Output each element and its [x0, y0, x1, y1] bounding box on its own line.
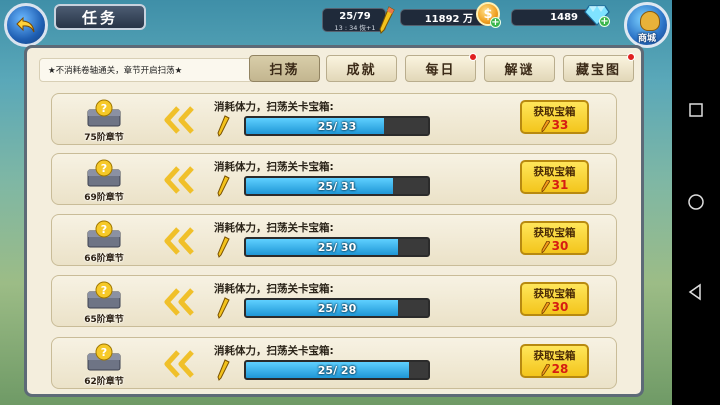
svg-text:?: ?: [101, 284, 107, 297]
svg-text:?: ?: [101, 162, 107, 175]
stamina-pencil-icon: [217, 175, 230, 197]
stamina-cost: 30: [522, 300, 587, 314]
chapter-label: 62阶章节: [84, 377, 124, 387]
get-chest-label: 获取宝箱: [533, 166, 576, 178]
get-chest-button[interactable]: 获取宝箱 28: [520, 344, 589, 378]
stamina-value: 25/79: [339, 11, 371, 22]
sweep-description: 消耗体力，扫荡关卡宝箱:: [214, 283, 334, 295]
progress-text: 25/ 33: [317, 119, 357, 133]
sweep-row: ? 75阶章节 消耗体力，扫荡关卡宝箱: 25/ 33 获取宝箱 33: [51, 93, 617, 145]
svg-text:?: ?: [101, 346, 107, 359]
shop-label: 商城: [637, 34, 656, 44]
svg-text:?: ?: [101, 223, 107, 236]
shop-button[interactable]: 商城: [624, 2, 670, 48]
cost-pencil-icon: [541, 363, 550, 376]
stamina-pencil-icon: [217, 115, 230, 137]
sweep-description: 消耗体力，扫荡关卡宝箱:: [214, 101, 334, 113]
double-chevron-left-icon: [164, 288, 194, 316]
cost-pencil-icon: [541, 301, 550, 314]
tab-treasure-map[interactable]: 藏宝图: [563, 55, 634, 82]
daily-notification-dot: [469, 53, 477, 61]
cost-pencil-icon: [541, 240, 550, 253]
cost-pencil-icon: [541, 179, 550, 192]
progress-text: 25/ 31: [317, 179, 357, 193]
progress-text: 25/ 30: [317, 301, 357, 315]
get-chest-label: 获取宝箱: [533, 288, 576, 300]
tab-sweep[interactable]: 扫荡: [249, 55, 320, 82]
treasure-map-notification-dot: [627, 53, 635, 61]
sweep-row: ? 69阶章节 消耗体力，扫荡关卡宝箱: 25/ 31 获取宝箱 31: [51, 153, 617, 205]
progress-text: 25/ 28: [317, 363, 357, 377]
money-bag-icon: [640, 11, 660, 31]
double-chevron-left-icon: [164, 106, 194, 134]
tab-puzzle[interactable]: 解谜: [484, 55, 555, 82]
mystery-chest-icon: ?: [87, 99, 121, 127]
back-button[interactable]: [4, 3, 48, 47]
stamina-cost: 31: [522, 178, 587, 192]
double-chevron-left-icon: [164, 227, 194, 255]
stamina-timer: 13 : 34 恢+1: [334, 24, 376, 32]
task-panel: ★不消耗卷轴通关，章节开启扫荡★ 扫荡 成就 每日 解谜 藏宝图 ? 75阶章节…: [24, 45, 644, 397]
stamina-pencil-icon: [217, 359, 230, 381]
get-chest-label: 获取宝箱: [533, 106, 576, 118]
add-gems-button[interactable]: +: [599, 16, 610, 27]
progress-bar: 25/ 30: [244, 298, 430, 318]
page-title: 任务: [54, 4, 146, 30]
mystery-chest-icon: ?: [87, 159, 121, 187]
progress-text: 25/ 30: [317, 240, 357, 254]
get-chest-label: 获取宝箱: [533, 350, 576, 362]
tab-achievements[interactable]: 成就: [326, 55, 397, 82]
chapter-label: 66阶章节: [84, 254, 124, 264]
stamina-cost: 28: [522, 362, 587, 376]
chapter-label: 75阶章节: [84, 133, 124, 143]
get-chest-button[interactable]: 获取宝箱 30: [520, 221, 589, 255]
stamina-pencil-icon: [217, 236, 230, 258]
progress-bar: 25/ 30: [244, 237, 430, 257]
sweep-row: ? 65阶章节 消耗体力，扫荡关卡宝箱: 25/ 30 获取宝箱 30: [51, 275, 617, 327]
svg-text:?: ?: [101, 102, 107, 115]
back-arrow-icon: [16, 16, 35, 33]
cost-value: 28: [551, 362, 569, 376]
sweep-row: ? 66阶章节 消耗体力，扫荡关卡宝箱: 25/ 30 获取宝箱 30: [51, 214, 617, 266]
stamina-cost: 30: [522, 239, 587, 253]
cost-value: 30: [551, 300, 569, 314]
sweep-description: 消耗体力，扫荡关卡宝箱:: [214, 161, 334, 173]
sweep-row: ? 62阶章节 消耗体力，扫荡关卡宝箱: 25/ 28 获取宝箱 28: [51, 337, 617, 389]
tab-daily[interactable]: 每日: [405, 55, 476, 82]
game-stage: 任务 25/79 13 : 34 恢+1 11892 万 $ + 1489 + …: [0, 0, 672, 405]
cost-value: 31: [551, 178, 569, 192]
cost-value: 30: [551, 239, 569, 253]
mystery-chest-icon: ?: [87, 281, 121, 309]
stamina-pencil-icon: [379, 6, 395, 34]
chapter-label: 69阶章节: [84, 193, 124, 203]
double-chevron-left-icon: [164, 166, 194, 194]
stamina-cost: 33: [522, 118, 587, 132]
get-chest-label: 获取宝箱: [533, 227, 576, 239]
get-chest-button[interactable]: 获取宝箱 30: [520, 282, 589, 316]
progress-bar: 25/ 28: [244, 360, 430, 380]
double-chevron-left-icon: [164, 350, 194, 378]
mystery-chest-icon: ?: [87, 343, 121, 371]
cost-value: 33: [551, 118, 569, 132]
get-chest-button[interactable]: 获取宝箱 33: [520, 100, 589, 134]
chapter-label: 65阶章节: [84, 315, 124, 325]
recent-apps-icon[interactable]: [686, 100, 706, 120]
sweep-description: 消耗体力，扫荡关卡宝箱:: [214, 222, 334, 234]
cost-pencil-icon: [541, 119, 550, 132]
get-chest-button[interactable]: 获取宝箱 31: [520, 160, 589, 194]
progress-bar: 25/ 33: [244, 116, 430, 136]
home-icon[interactable]: [686, 192, 706, 212]
add-gold-button[interactable]: +: [490, 17, 501, 28]
back-nav-icon[interactable]: [686, 282, 706, 302]
sweep-description: 消耗体力，扫荡关卡宝箱:: [214, 345, 334, 357]
gold-counter: 11892 万: [400, 9, 488, 26]
stamina-pencil-icon: [217, 297, 230, 319]
progress-bar: 25/ 31: [244, 176, 430, 196]
mystery-chest-icon: ?: [87, 220, 121, 248]
sweep-notice: ★不消耗卷轴通关，章节开启扫荡★: [39, 58, 253, 82]
